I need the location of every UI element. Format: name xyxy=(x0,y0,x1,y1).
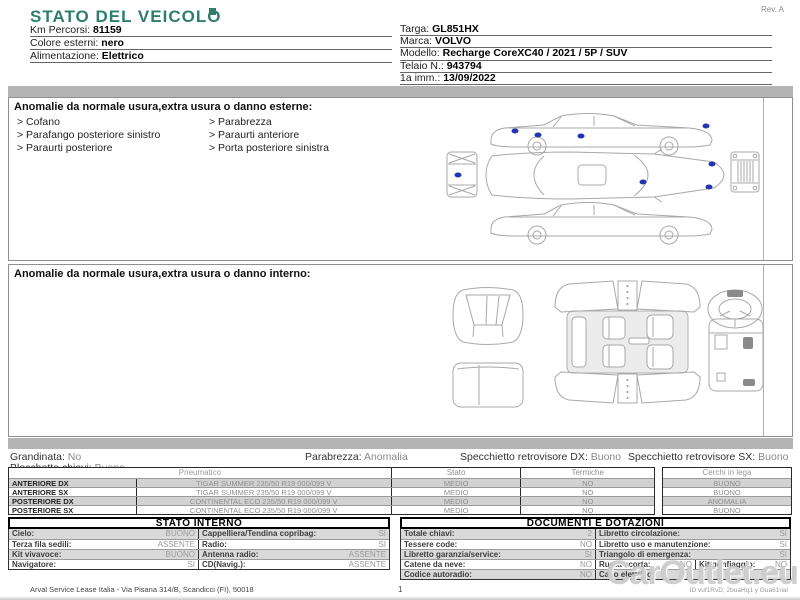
field-km-percorsi: Km Percorsi: 81159 xyxy=(30,24,392,37)
tire-row: ANTERIORE DX TIGAR SUMMER 235/50 R19 000… xyxy=(9,478,654,487)
page-bottom-edge xyxy=(0,596,800,600)
tire-row: POSTERIORE SX CONTINENTAL ECO 235/50 R19… xyxy=(9,505,654,514)
stato-interno-title: STATO INTERNO xyxy=(8,517,390,529)
field-prima-immatricolazione: 1a imm.: 13/09/2022 xyxy=(400,73,772,85)
exterior-damage-list-left: > Cofano > Parafango posteriore sinistro… xyxy=(17,116,160,155)
exterior-damage-list-right: > Parabrezza > Paraurti anteriore > Port… xyxy=(209,116,329,155)
exterior-car-diagram xyxy=(446,113,760,245)
trunk-view xyxy=(452,287,524,345)
col-pneumatico: Pneumatico xyxy=(9,468,392,478)
table-row: Navigatore: SI CD(Navig.): ASSENTE xyxy=(9,559,389,569)
vehicle-report-page: STATO DEL VEICOLO Rev. A Km Percorsi: 81… xyxy=(0,0,800,600)
divider-band xyxy=(8,86,793,97)
dashboard-view xyxy=(707,289,764,392)
top-view xyxy=(485,148,725,203)
footer-page-number: 1 xyxy=(398,585,403,594)
col-cerchi-in-lega: Cerchi in lega xyxy=(702,468,752,477)
damage-item: > Cofano xyxy=(17,116,60,128)
damage-item: > Parabrezza xyxy=(209,116,272,128)
field-marca: Marca: VOLVO xyxy=(400,36,772,49)
col-stato: Stato xyxy=(392,468,522,478)
status-specchietto-sx: Specchietto retrovisore SX: Buono xyxy=(628,451,789,463)
front-view xyxy=(446,151,478,198)
title-marker-square xyxy=(209,8,216,15)
table-row: Totale chiavi: 2 Libretto circolazione: SI xyxy=(401,529,790,539)
caroutlet-watermark: CarOutlet.eu xyxy=(605,554,799,592)
exterior-panel-title: Anomalie da normale usura,extra usura o … xyxy=(14,101,313,113)
status-specchietto-dx: Specchietto retrovisore DX: Buono xyxy=(460,451,622,463)
alloy-row: BUONO xyxy=(663,478,791,487)
alloy-row: BUONO xyxy=(663,487,791,496)
damage-item: > Parafango posteriore sinistro xyxy=(17,129,161,141)
tire-table-header: Pneumatico Stato Termiche xyxy=(9,468,654,478)
alloy-row: BUONO xyxy=(663,505,791,514)
side-view-bottom xyxy=(490,202,713,245)
tire-table: Pneumatico Stato Termiche ANTERIORE DX T… xyxy=(8,467,655,515)
roof-liner-view xyxy=(452,362,524,408)
field-modello: Modello: Recharge CoreXC40 / 2021 / 5P /… xyxy=(400,48,772,61)
table-row: Terza fila sedili: ASSENTE Radio: SI xyxy=(9,539,389,549)
interior-car-diagram xyxy=(452,280,764,408)
alloy-row: ANOMALIA xyxy=(663,496,791,505)
revision-label: Rev. A xyxy=(761,5,784,14)
side-view-top xyxy=(490,113,713,156)
rear-view xyxy=(730,151,760,193)
documenti-title: DOCUMENTI E DOTAZIONI xyxy=(400,517,791,529)
tire-row: ANTERIORE SX TIGAR SUMMER 235/50 R19 000… xyxy=(9,487,654,496)
header-fields-right: Targa: GL851HX Marca: VOLVO Modello: Rec… xyxy=(400,24,772,85)
field-targa: Targa: GL851HX xyxy=(400,24,772,37)
divider-band xyxy=(8,438,793,449)
exterior-anomalies-panel: Anomalie da normale usura,extra usura o … xyxy=(8,97,793,261)
panel-divider-line xyxy=(763,98,764,260)
tire-row: POSTERIORE DX CONTINENTAL ECO 235/50 R19… xyxy=(9,496,654,505)
table-row: Cielo: BUONO Cappelliera/Tendina copribag… xyxy=(9,529,389,539)
stato-interno-table: STATO INTERNO Cielo: BUONO Cappelliera/Te… xyxy=(8,517,390,570)
damage-item: > Porta posteriore sinistra xyxy=(209,142,329,154)
damage-item: > Paraurti posteriore xyxy=(17,142,113,154)
field-alimentazione: Alimentazione: Elettrico xyxy=(30,50,392,63)
header-fields-left: Km Percorsi: 81159 Colore esterni: nero … xyxy=(30,24,392,63)
panel-divider-line xyxy=(763,265,764,436)
field-telaio: Telaio N.: 943794 xyxy=(400,61,772,73)
table-row: Tessere code: NO Libretto uso e manutenzi… xyxy=(401,539,790,549)
alloy-wheels-header: Cerchi in lega xyxy=(663,468,791,478)
table-row: Kit vivavoce: BUONO Antenna radio: ASSENTE xyxy=(9,549,389,559)
field-colore-esterni: Colore esterni: nero xyxy=(30,37,392,50)
cabin-view xyxy=(554,280,701,404)
alloy-wheels-table: Cerchi in lega BUONO BUONO ANOMALIA BUON… xyxy=(662,467,792,515)
interior-panel-title: Anomalie da normale usura,extra usura o … xyxy=(14,268,311,280)
status-parabrezza: Parabrezza: Anomalia xyxy=(305,451,408,463)
col-termiche: Termiche xyxy=(571,468,604,477)
damage-item: > Paraurti anteriore xyxy=(209,129,300,141)
footer-address: Arval Service Lease Italia - Via Pisana … xyxy=(30,585,254,594)
interior-anomalies-panel: Anomalie da normale usura,extra usura o … xyxy=(8,264,793,437)
